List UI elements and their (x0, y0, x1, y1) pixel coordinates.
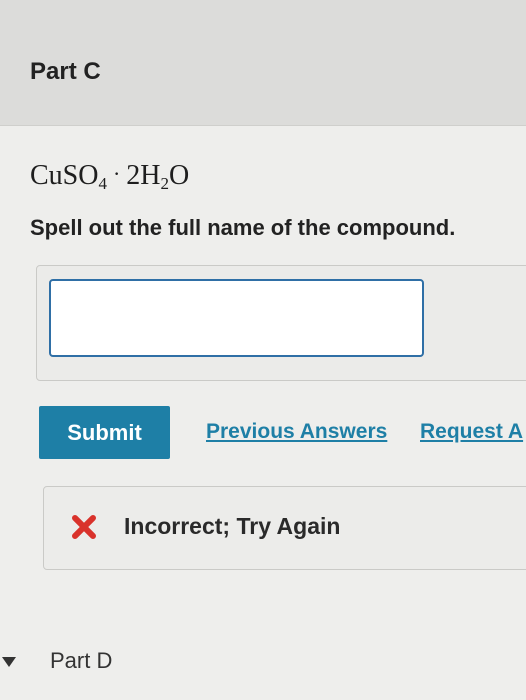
formula-o: O (169, 160, 190, 191)
previous-answers-link[interactable]: Previous Answers (206, 420, 387, 444)
formula-subscript-2: 2 (160, 174, 170, 193)
question-instruction: Spell out the full name of the compound. (30, 215, 456, 240)
caret-down-icon[interactable] (2, 657, 16, 667)
part-c-title: Part C (30, 58, 101, 85)
request-answer-link[interactable]: Request A (420, 420, 523, 444)
formula-2h: 2H (126, 160, 161, 191)
x-icon (72, 515, 96, 539)
answer-input[interactable] (49, 279, 424, 357)
formula-cuso: CuSO (30, 160, 99, 191)
part-d-title[interactable]: Part D (50, 648, 112, 674)
formula-subscript-4: 4 (98, 174, 107, 193)
submit-button[interactable]: Submit (39, 406, 170, 459)
chemical-formula: CuSO4 · 2H2O (30, 160, 189, 194)
formula-dot: · (112, 161, 121, 186)
feedback-text: Incorrect; Try Again (124, 513, 341, 539)
part-c-header: Part C (0, 0, 526, 126)
